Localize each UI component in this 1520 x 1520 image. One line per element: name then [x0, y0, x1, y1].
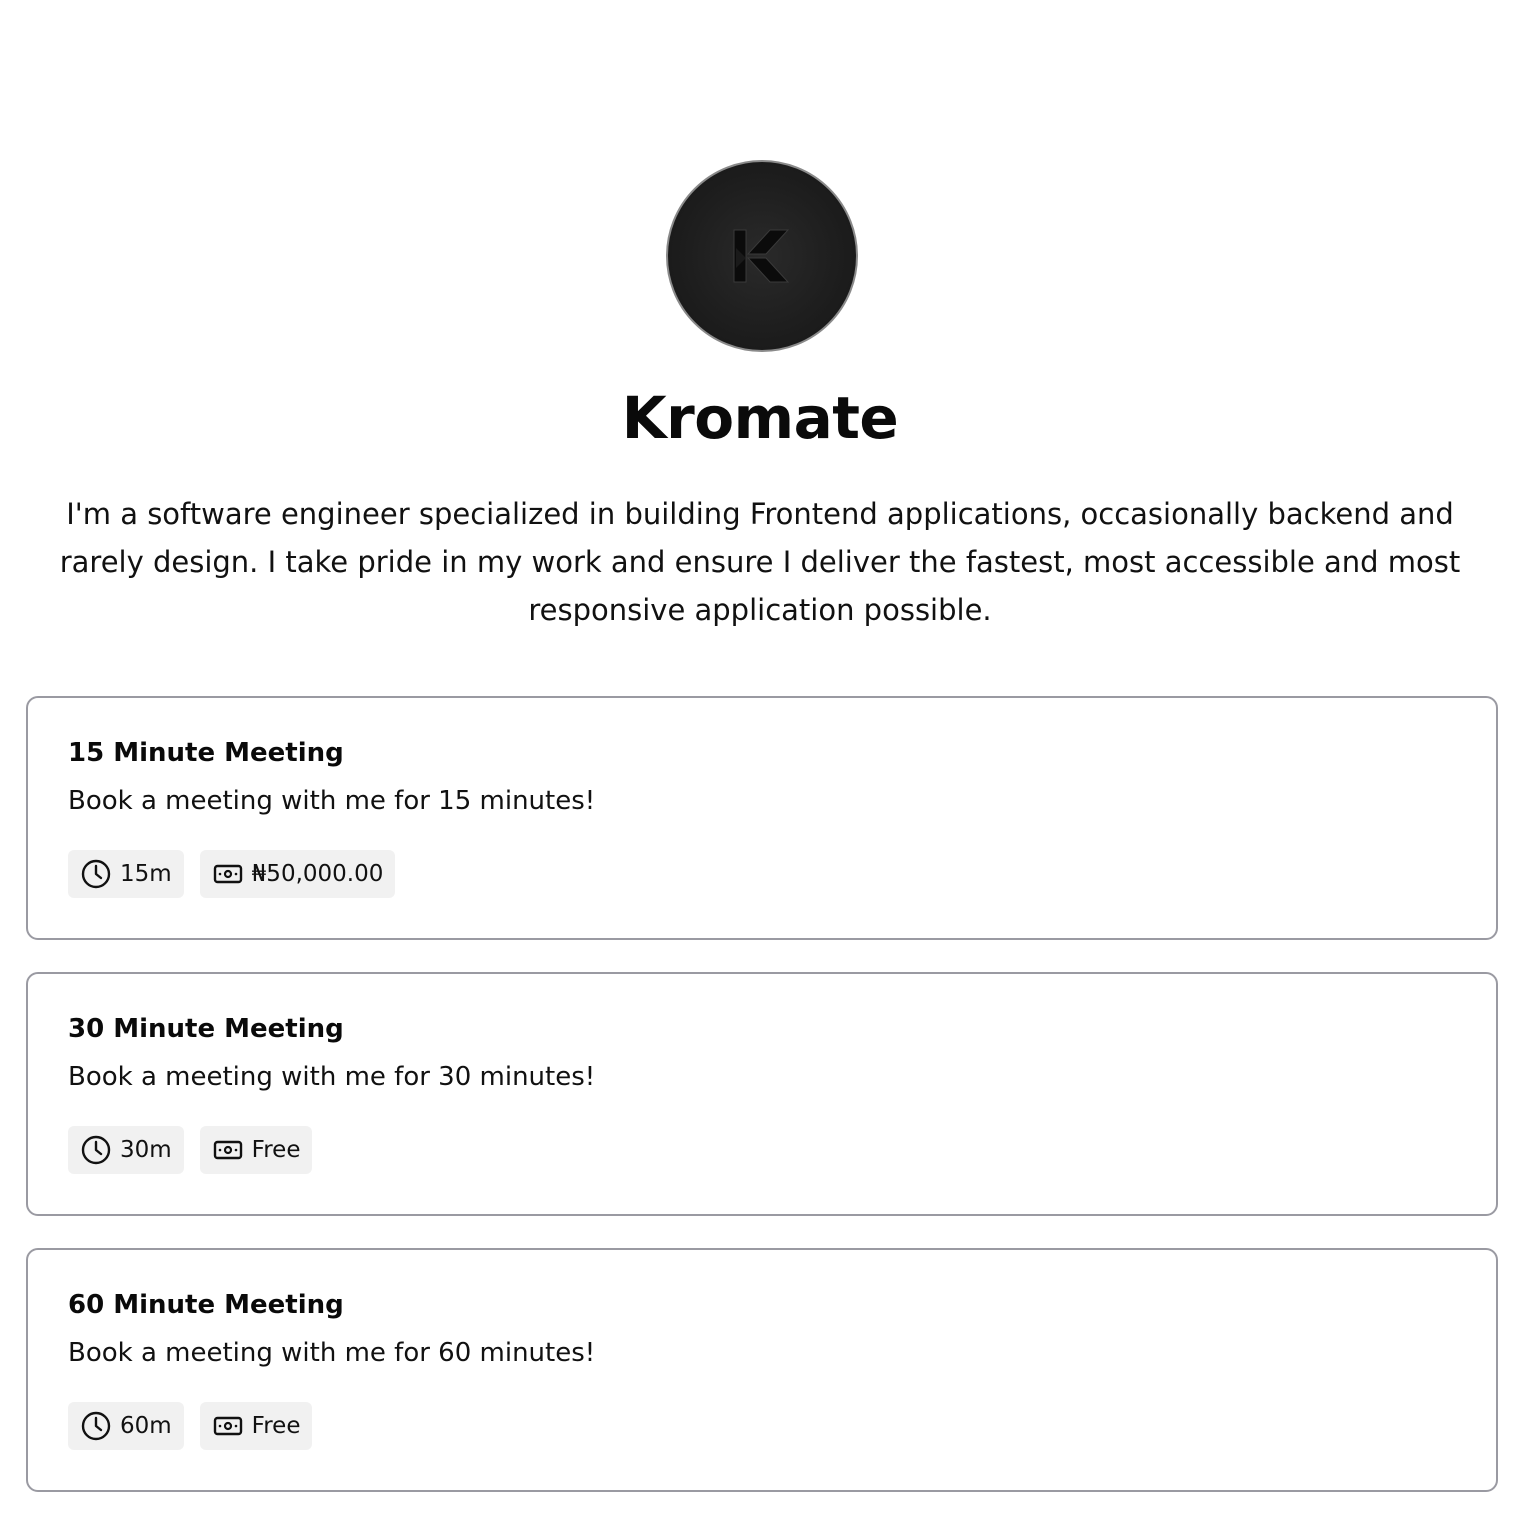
profile-bio: I'm a software engineer specialized in b… [59, 497, 1461, 627]
booking-profile-page: Kromate I'm a software engineer speciali… [0, 0, 1520, 1520]
duration-label: 30m [120, 1137, 172, 1163]
price-label: ₦50,000.00 [251, 861, 384, 887]
avatar [666, 160, 858, 352]
event-badges: 60m Free [68, 1402, 313, 1450]
price-badge: Free [199, 1126, 313, 1174]
event-title: 30 Minute Meeting [68, 1014, 344, 1044]
money-icon [212, 858, 244, 890]
money-icon [212, 1134, 244, 1166]
event-title: 60 Minute Meeting [68, 1290, 344, 1320]
event-card-60-minute[interactable]: 60 Minute Meeting Book a meeting with me… [26, 1248, 1498, 1492]
event-badges: 30m Free [68, 1126, 313, 1174]
event-card-15-minute[interactable]: 15 Minute Meeting Book a meeting with me… [26, 696, 1498, 940]
clock-icon [80, 858, 112, 890]
price-badge: ₦50,000.00 [199, 850, 396, 898]
event-description: Book a meeting with me for 15 minutes! [68, 786, 596, 816]
event-description: Book a meeting with me for 60 minutes! [68, 1338, 596, 1368]
event-card-30-minute[interactable]: 30 Minute Meeting Book a meeting with me… [26, 972, 1498, 1216]
price-label: Free [251, 1413, 301, 1439]
duration-label: 15m [120, 861, 172, 887]
event-description: Book a meeting with me for 30 minutes! [68, 1062, 596, 1092]
profile-name: Kromate [621, 384, 899, 452]
event-badges: 15m ₦50,000.00 [68, 850, 396, 898]
price-badge: Free [199, 1402, 313, 1450]
duration-badge: 30m [68, 1126, 184, 1174]
k-logo-icon [733, 229, 790, 283]
event-title: 15 Minute Meeting [68, 738, 344, 768]
duration-badge: 60m [68, 1402, 184, 1450]
clock-icon [80, 1410, 112, 1442]
duration-badge: 15m [68, 850, 184, 898]
clock-icon [80, 1134, 112, 1166]
money-icon [212, 1410, 244, 1442]
duration-label: 60m [120, 1413, 172, 1439]
price-label: Free [251, 1137, 301, 1163]
